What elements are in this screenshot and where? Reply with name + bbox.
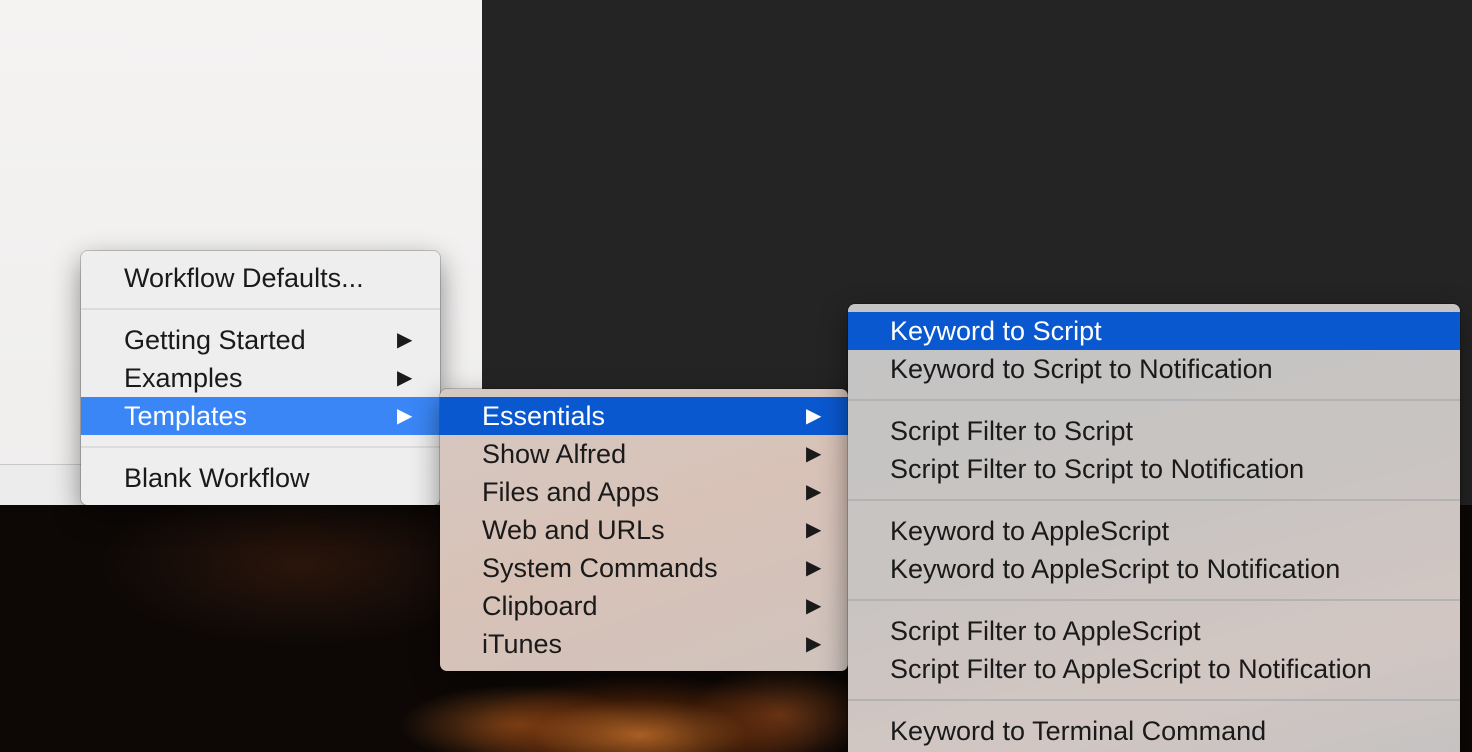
menu-item-label: Blank Workflow: [124, 463, 310, 493]
menu-item-label: Files and Apps: [482, 477, 660, 507]
menu-item-web-and-urls[interactable]: Web and URLs ▶: [440, 511, 848, 549]
menu-item-script-filter-to-applescript-to-notification[interactable]: Script Filter to AppleScript to Notifica…: [848, 650, 1460, 688]
menu-item-label: Keyword to AppleScript to Notification: [890, 554, 1341, 584]
submenu-arrow-icon: ▶: [806, 405, 822, 427]
menu-item-label: Clipboard: [482, 591, 598, 621]
menu-item-label: Keyword to AppleScript: [890, 516, 1170, 546]
submenu-arrow-icon: ▶: [397, 329, 413, 351]
menu-item-keyword-to-script[interactable]: Keyword to Script: [848, 312, 1460, 350]
menu-item-essentials[interactable]: Essentials ▶: [440, 397, 848, 435]
menu-item-label: Getting Started: [124, 325, 306, 355]
menu-item-label: System Commands: [482, 553, 718, 583]
menu-item-label: Keyword to Script to Notification: [890, 354, 1273, 384]
menu-separator: [81, 297, 440, 321]
menu-item-keyword-to-applescript-to-notification[interactable]: Keyword to AppleScript to Notification: [848, 550, 1460, 588]
menu-item-examples[interactable]: Examples ▶: [81, 359, 440, 397]
submenu-arrow-icon: ▶: [806, 557, 822, 579]
menu-item-label: Show Alfred: [482, 439, 627, 469]
menu-item-keyword-to-terminal-command[interactable]: Keyword to Terminal Command: [848, 712, 1460, 750]
menu-separator: [81, 435, 440, 459]
essentials-submenu: Keyword to Script Keyword to Script to N…: [848, 304, 1460, 752]
menu-separator: [848, 488, 1460, 512]
menu-item-label: Keyword to Terminal Command: [890, 716, 1267, 746]
submenu-arrow-icon: ▶: [806, 481, 822, 503]
menu-item-getting-started[interactable]: Getting Started ▶: [81, 321, 440, 359]
menu-separator: [848, 688, 1460, 712]
menu-item-script-filter-to-applescript[interactable]: Script Filter to AppleScript: [848, 612, 1460, 650]
menu-item-label: Workflow Defaults...: [124, 263, 364, 293]
menu-item-label: Script Filter to AppleScript: [890, 616, 1201, 646]
menu-item-itunes[interactable]: iTunes ▶: [440, 625, 848, 663]
menu-item-script-filter-to-script[interactable]: Script Filter to Script: [848, 412, 1460, 450]
screen: Workflow Defaults... Getting Started ▶ E…: [0, 0, 1472, 752]
templates-submenu: Essentials ▶ Show Alfred ▶ Files and App…: [440, 389, 848, 671]
submenu-arrow-icon: ▶: [806, 443, 822, 465]
menu-item-keyword-to-script-to-notification[interactable]: Keyword to Script to Notification: [848, 350, 1460, 388]
submenu-arrow-icon: ▶: [806, 633, 822, 655]
menu-item-label: Script Filter to AppleScript to Notifica…: [890, 654, 1372, 684]
menu-item-show-alfred[interactable]: Show Alfred ▶: [440, 435, 848, 473]
submenu-arrow-icon: ▶: [806, 519, 822, 541]
menu-item-script-filter-to-script-to-notification[interactable]: Script Filter to Script to Notification: [848, 450, 1460, 488]
menu-item-label: Web and URLs: [482, 515, 665, 545]
submenu-arrow-icon: ▶: [397, 367, 413, 389]
menu-item-workflow-defaults[interactable]: Workflow Defaults...: [81, 259, 440, 297]
menu-item-keyword-to-applescript[interactable]: Keyword to AppleScript: [848, 512, 1460, 550]
menu-item-label: Script Filter to Script: [890, 416, 1134, 446]
menu-item-label: Keyword to Script: [890, 316, 1102, 346]
menu-item-blank-workflow[interactable]: Blank Workflow: [81, 459, 440, 497]
menu-item-files-and-apps[interactable]: Files and Apps ▶: [440, 473, 848, 511]
menu-item-label: Examples: [124, 363, 243, 393]
submenu-arrow-icon: ▶: [806, 595, 822, 617]
submenu-arrow-icon: ▶: [397, 405, 413, 427]
menu-item-label: Script Filter to Script to Notification: [890, 454, 1305, 484]
menu-separator: [848, 588, 1460, 612]
menu-item-label: Essentials: [482, 401, 606, 431]
add-workflow-menu: Workflow Defaults... Getting Started ▶ E…: [81, 251, 440, 505]
menu-separator: [848, 388, 1460, 412]
menu-item-system-commands[interactable]: System Commands ▶: [440, 549, 848, 587]
menu-item-label: Templates: [124, 401, 248, 431]
menu-item-templates[interactable]: Templates ▶: [81, 397, 440, 435]
menu-item-clipboard[interactable]: Clipboard ▶: [440, 587, 848, 625]
menu-item-label: iTunes: [482, 629, 563, 659]
